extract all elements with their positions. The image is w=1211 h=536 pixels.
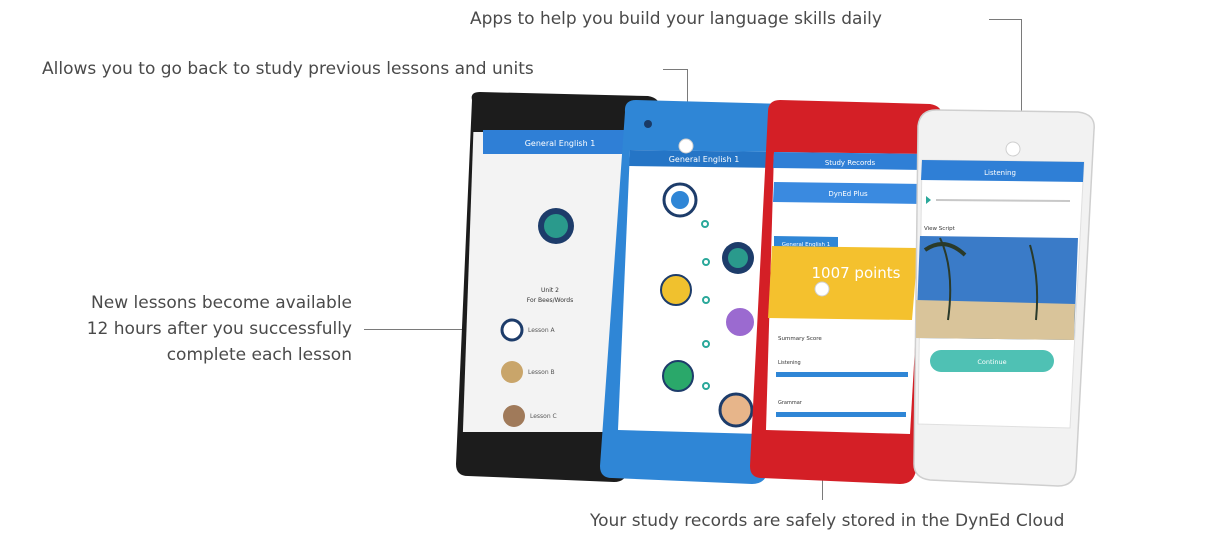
phone3-grammar-bar <box>776 412 906 417</box>
phone2-callout-dot <box>678 138 694 154</box>
phone1-unit-sub: For Bees/Words <box>527 297 573 304</box>
phone4-header: Listening <box>984 169 1016 177</box>
phone2-rocket-icon <box>724 306 756 338</box>
phones-illustration: General English 1 Unit 2 For Bees/Words … <box>456 92 1095 487</box>
phone3-tab-label: DynEd Plus <box>828 190 868 198</box>
phone3-header: Study Records <box>825 159 876 167</box>
phone2-person-icon <box>718 392 754 428</box>
phone1-beach-thumb-icon <box>501 361 523 383</box>
phone3-callout-dot <box>814 281 830 297</box>
phone1-lesson-b: Lesson B <box>528 369 555 376</box>
phone2-tower-icon <box>660 274 692 306</box>
phone3-points-card <box>768 246 918 320</box>
phone1-header: General English 1 <box>525 139 596 148</box>
phone4-continue-label: Continue <box>977 358 1006 366</box>
phone1-lesson-a: Lesson A <box>528 327 556 334</box>
phone4-audio-track <box>935 199 1071 202</box>
phone3-summary: Summary Score <box>778 336 822 342</box>
phone-red: Study Records DynEd Plus General English… <box>750 100 943 484</box>
phone4-view-script: View Script <box>924 226 956 232</box>
phone-white: Listening View Script Continue <box>913 109 1095 487</box>
phone1-pyramid-thumb-icon <box>503 405 525 427</box>
phone4-callout-dot <box>1005 141 1021 157</box>
phone3-row-listening: Listening <box>778 360 801 366</box>
phone2-header: General English 1 <box>669 155 740 164</box>
phone3-points: 1007 points <box>811 264 900 282</box>
phone2-camera <box>644 120 652 128</box>
phone1-unit: Unit 2 <box>541 287 559 294</box>
phone1-lesson-c: Lesson C <box>530 413 557 420</box>
phone2-shoe-icon <box>662 360 694 392</box>
phone1-lesson-ring-icon <box>500 318 524 342</box>
phone3-listening-bar <box>776 372 908 377</box>
phone3-row-grammar: Grammar <box>778 400 803 406</box>
